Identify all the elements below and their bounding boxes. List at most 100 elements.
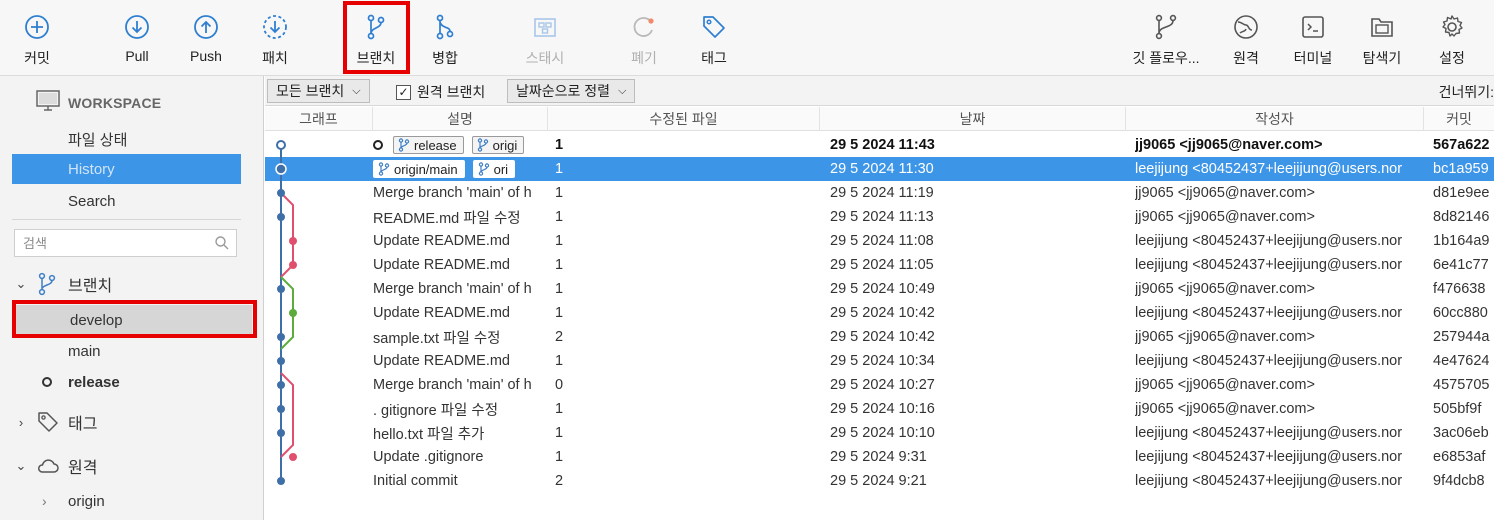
commit-row[interactable]: Merge branch 'main' of h 0 29 5 2024 10:… — [265, 373, 1494, 397]
remote-item-origin[interactable]: › origin — [12, 486, 241, 516]
column-date[interactable]: 날짜 — [820, 107, 1126, 131]
commit-files: 1 — [555, 257, 564, 273]
commit-row[interactable]: Merge branch 'main' of h 1 29 5 2024 10:… — [265, 277, 1494, 301]
commit-button[interactable]: 커밋 — [14, 0, 60, 76]
terminal-button[interactable]: 터미널 — [1288, 0, 1338, 76]
commit-author: leejijung <80452437+leejijung@users.nor — [1135, 161, 1403, 177]
commit-author: jj9065 <jj9065@naver.com> — [1135, 137, 1323, 153]
merge-label: 병합 — [432, 50, 458, 66]
stash-box-icon — [530, 12, 560, 42]
graph-node — [277, 429, 285, 437]
push-button[interactable]: Push — [184, 0, 228, 76]
graph-node — [277, 285, 285, 293]
commit-row[interactable]: Update README.md 1 29 5 2024 10:34 leeji… — [265, 349, 1494, 373]
branch-item-main[interactable]: main — [12, 336, 241, 366]
graph-node — [277, 333, 285, 341]
commit-date: 29 5 2024 11:05 — [830, 257, 934, 273]
commit-description: Update README.md — [373, 233, 510, 249]
chevron-down-icon: ⌄ — [15, 276, 27, 291]
sidebar-item-history[interactable]: History — [12, 154, 241, 184]
branch-item-release[interactable]: release — [12, 367, 241, 397]
commit-row[interactable]: Update README.md 1 29 5 2024 11:05 leeji… — [265, 253, 1494, 277]
commit-row[interactable]: sample.txt 파일 수정 2 29 5 2024 10:42 jj906… — [265, 325, 1494, 349]
commit-description: Update README.md — [373, 305, 510, 321]
history-panel: 모든 브랜치 ⌵ ✓ 원격 브랜치 날짜순으로 정렬 ⌵ 건너뛰기: 그래프 설… — [265, 76, 1494, 520]
checkbox-checked-icon: ✓ — [396, 84, 411, 100]
tag-label: 태그 — [701, 50, 727, 66]
commit-author: leejijung <80452437+leejijung@users.nor — [1135, 305, 1403, 321]
commit-description: Update .gitignore — [373, 449, 484, 465]
sort-dropdown[interactable]: 날짜순으로 정렬 ⌵ — [507, 79, 636, 103]
branch-icon — [378, 162, 390, 176]
globe-icon — [1231, 12, 1261, 42]
pull-button[interactable]: Pull — [116, 0, 158, 76]
commit-date: 29 5 2024 9:21 — [830, 473, 927, 489]
branches-group-header[interactable]: ⌄ 브랜치 — [14, 270, 112, 298]
commit-row[interactable]: Update .gitignore 1 29 5 2024 9:31 leeji… — [265, 445, 1494, 469]
commit-hash: 8d82146 — [1433, 209, 1490, 225]
commit-author: jj9065 <jj9065@naver.com> — [1135, 329, 1315, 345]
column-modified-files[interactable]: 수정된 파일 — [548, 107, 820, 131]
search-icon[interactable] — [214, 235, 230, 254]
stash-button[interactable]: 스태시 — [518, 0, 572, 76]
tags-group-label: 태그 — [68, 416, 98, 433]
commit-row[interactable]: Initial commit 2 29 5 2024 9:21 leejijun… — [265, 469, 1494, 493]
commit-hash: 3ac06eb — [1433, 425, 1489, 441]
arrow-down-circle-icon — [122, 12, 152, 42]
column-description[interactable]: 설명 — [373, 107, 548, 131]
commit-label: 커밋 — [24, 50, 50, 66]
discard-button[interactable]: 폐기 — [624, 0, 664, 76]
branch-filter-dropdown[interactable]: 모든 브랜치 ⌵ — [267, 79, 370, 103]
remotes-group-header[interactable]: ⌄ 원격 — [14, 452, 98, 480]
commit-row-selected[interactable]: origin/main ori 1 29 5 2024 11:30 leejij… — [265, 157, 1494, 181]
sourcetree-window: 커밋 Pull Push 패치 브랜치 병합 스태시 폐기 태그 깃 플로우..… — [0, 0, 1494, 520]
head-marker-icon — [373, 140, 383, 150]
commit-row[interactable]: hello.txt 파일 추가 1 29 5 2024 10:10 leejij… — [265, 421, 1494, 445]
commit-description: hello.txt 파일 추가 — [373, 426, 485, 443]
graph-node — [289, 309, 297, 317]
merge-button[interactable]: 병합 — [424, 0, 466, 76]
tags-group-header[interactable]: › 태그 — [14, 408, 97, 436]
branch-item-release-label: release — [68, 373, 120, 391]
git-flow-label: 깃 플로우... — [1132, 50, 1200, 66]
commit-hash: 9f4dcb8 — [1433, 473, 1485, 489]
commit-author: jj9065 <jj9065@naver.com> — [1135, 377, 1315, 393]
merge-icon — [430, 12, 460, 42]
commit-hash: f476638 — [1433, 281, 1486, 297]
commit-date: 29 5 2024 9:31 — [830, 449, 927, 465]
commit-hash: 4e47624 — [1433, 353, 1490, 369]
commit-date: 29 5 2024 10:42 — [830, 305, 935, 321]
column-commit[interactable]: 커밋 — [1424, 107, 1494, 131]
commit-files: 1 — [555, 209, 564, 225]
commit-hash: 4575705 — [1433, 377, 1490, 393]
sidebar-search-box — [14, 229, 237, 257]
fetch-button[interactable]: 패치 — [254, 0, 296, 76]
workspace-header[interactable]: WORKSPACE — [36, 89, 161, 116]
explorer-button[interactable]: 탐색기 — [1356, 0, 1408, 76]
commit-hash: d81e9ee — [1433, 185, 1490, 201]
commit-date: 29 5 2024 11:30 — [830, 161, 934, 177]
sidebar-item-search[interactable]: Search — [12, 186, 241, 216]
git-flow-button[interactable]: 깃 플로우... — [1126, 0, 1206, 76]
commit-row[interactable]: Update README.md 1 29 5 2024 10:42 leeji… — [265, 301, 1494, 325]
column-header-row: 그래프 설명 수정된 파일 날짜 작성자 커밋 — [265, 107, 1494, 131]
remote-branches-checkbox[interactable]: ✓ 원격 브랜치 — [396, 82, 485, 102]
commit-row[interactable]: Merge branch 'main' of h 1 29 5 2024 11:… — [265, 181, 1494, 205]
discard-label: 폐기 — [631, 50, 657, 66]
remote-button[interactable]: 원격 — [1226, 0, 1266, 76]
settings-button[interactable]: 설정 — [1432, 0, 1472, 76]
commit-author: leejijung <80452437+leejijung@users.nor — [1135, 449, 1403, 465]
commit-row[interactable]: Update README.md 1 29 5 2024 11:08 leeji… — [265, 229, 1494, 253]
sidebar-search-input[interactable] — [23, 235, 203, 251]
column-author[interactable]: 작성자 — [1126, 107, 1424, 131]
tag-button[interactable]: 태그 — [694, 0, 734, 76]
commit-description: . gitignore 파일 수정 — [373, 402, 499, 419]
commit-files: 1 — [555, 233, 564, 249]
branch-filter-value: 모든 브랜치 — [276, 83, 345, 99]
column-graph[interactable]: 그래프 — [265, 107, 373, 131]
commit-row[interactable]: README.md 파일 수정 1 29 5 2024 11:13 jj9065… — [265, 205, 1494, 229]
commit-row[interactable]: release origi 1 29 5 2024 11:43 jj9065 <… — [265, 133, 1494, 157]
commit-row[interactable]: . gitignore 파일 수정 1 29 5 2024 10:16 jj90… — [265, 397, 1494, 421]
sidebar-item-file-status[interactable]: 파일 상태 — [12, 124, 241, 154]
commit-date: 29 5 2024 10:16 — [830, 401, 935, 417]
